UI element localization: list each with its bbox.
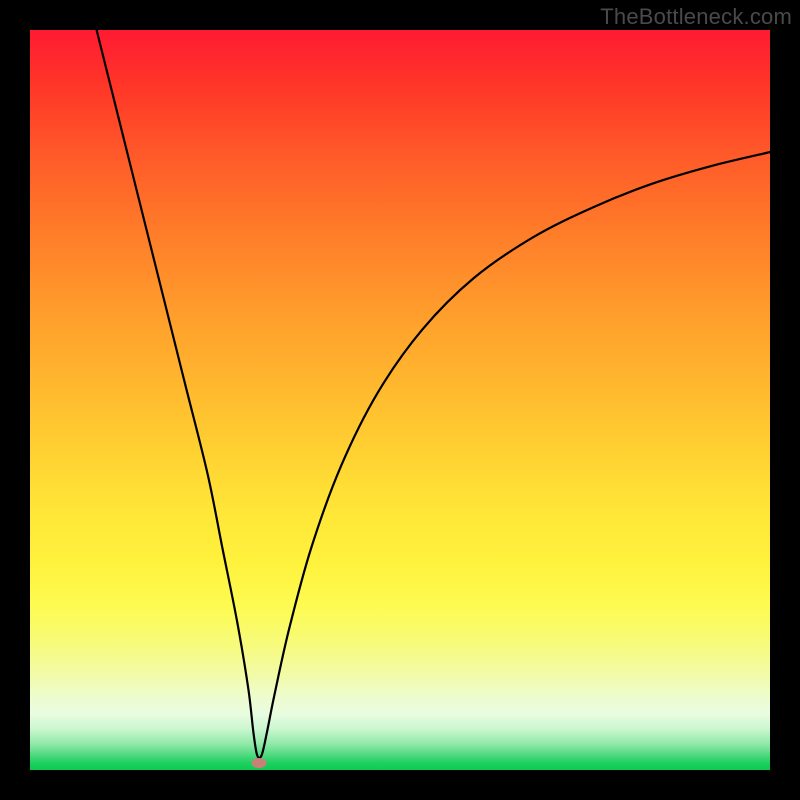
watermark-text: TheBottleneck.com <box>600 4 792 30</box>
minimum-marker <box>251 758 266 768</box>
curve-layer <box>30 30 770 770</box>
chart-frame: TheBottleneck.com <box>0 0 800 800</box>
plot-area <box>30 30 770 770</box>
bottleneck-curve <box>97 30 770 758</box>
